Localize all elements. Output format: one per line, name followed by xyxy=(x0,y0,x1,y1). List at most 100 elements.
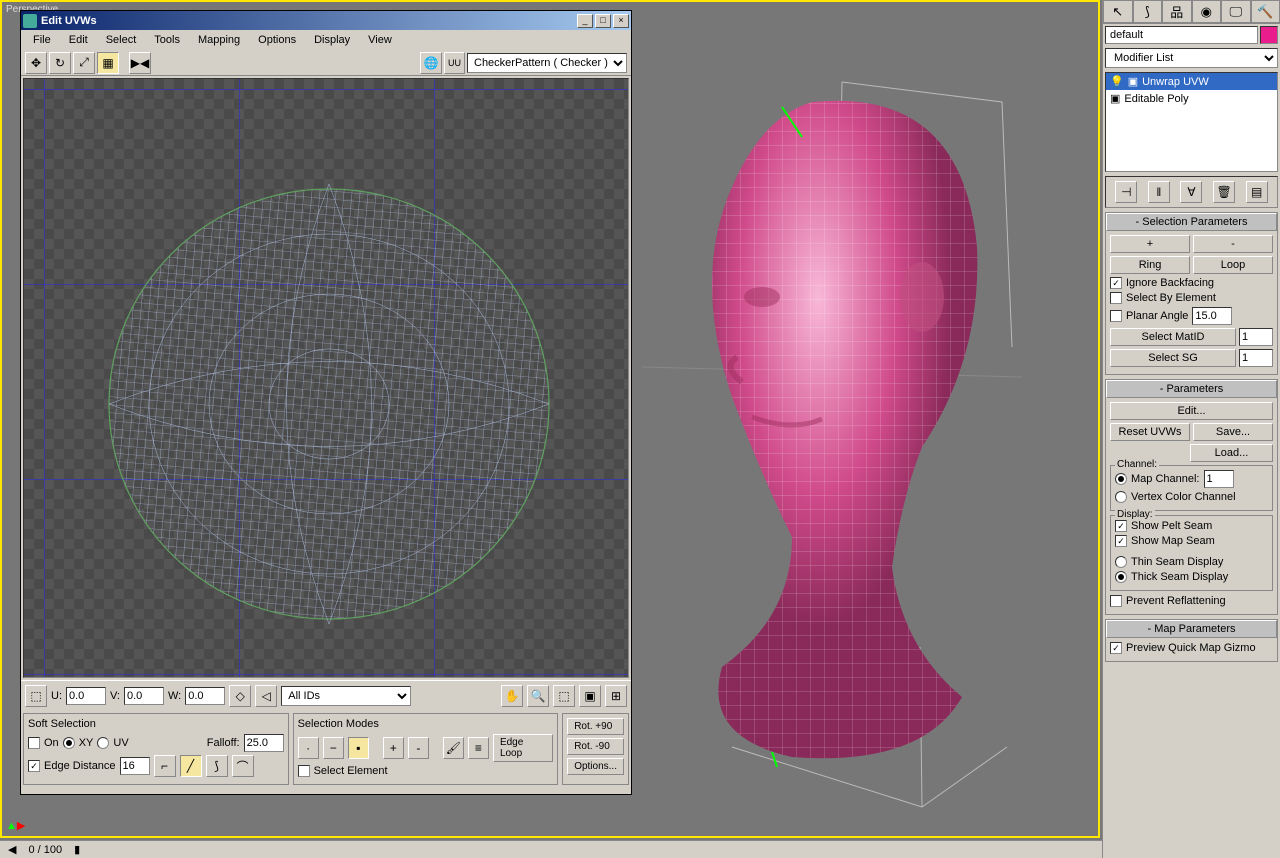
u-input[interactable] xyxy=(66,687,106,705)
load-button[interactable]: Load... xyxy=(1190,444,1273,462)
edit-button[interactable]: Edit... xyxy=(1110,402,1273,420)
expand-icon[interactable]: ▣ xyxy=(1110,92,1120,105)
freeform-icon[interactable]: ▦ xyxy=(97,52,119,74)
map-channel-radio[interactable] xyxy=(1115,473,1127,485)
w-input[interactable] xyxy=(185,687,225,705)
configure-sets-icon[interactable]: ▤ xyxy=(1246,181,1268,203)
menu-file[interactable]: File xyxy=(25,32,59,48)
zoom-icon[interactable]: 🔍 xyxy=(527,685,549,707)
modifier-item-unwrap[interactable]: 💡 ▣ Unwrap UVW xyxy=(1106,73,1277,90)
expand-icon[interactable]: ▣ xyxy=(1128,75,1138,88)
minimize-button[interactable]: _ xyxy=(577,14,593,28)
remove-modifier-icon[interactable]: 🗑 xyxy=(1213,181,1235,203)
grow-icon[interactable]: + xyxy=(383,737,404,759)
edge-mode-icon[interactable]: − xyxy=(323,737,344,759)
shrink-button[interactable]: - xyxy=(1193,235,1273,253)
reset-uvws-button[interactable]: Reset UVWs xyxy=(1110,423,1190,441)
show-end-result-icon[interactable]: ‖ xyxy=(1148,181,1170,203)
rollout-header[interactable]: - Parameters xyxy=(1106,380,1277,398)
brush-icon[interactable]: ◁ xyxy=(255,685,277,707)
rot-plus90-button[interactable]: Rot. +90 xyxy=(567,718,624,735)
edge-distance-checkbox[interactable]: ✓ xyxy=(28,760,40,772)
display-tab-icon[interactable]: 🖵 xyxy=(1221,0,1251,23)
move-icon[interactable]: ✥ xyxy=(25,52,47,74)
options-button[interactable]: Options... xyxy=(567,758,624,775)
menu-tools[interactable]: Tools xyxy=(146,32,188,48)
motion-tab-icon[interactable]: ◉ xyxy=(1192,0,1222,23)
edge-distance-input[interactable] xyxy=(120,757,150,775)
rollout-header[interactable]: - Selection Parameters xyxy=(1106,213,1277,231)
uv-canvas[interactable] xyxy=(23,78,629,678)
face-mode-icon[interactable]: ▪ xyxy=(348,737,369,759)
close-button[interactable]: × xyxy=(613,14,629,28)
vertex-color-radio[interactable] xyxy=(1115,491,1127,503)
paint-options-icon[interactable]: ≡ xyxy=(468,737,489,759)
ring-button[interactable]: Ring xyxy=(1110,256,1190,274)
utilities-tab-icon[interactable]: 🔨 xyxy=(1251,0,1280,23)
modifier-list-dropdown[interactable]: Modifier List xyxy=(1105,48,1278,68)
hierarchy-tab-icon[interactable]: 品 xyxy=(1162,0,1192,23)
menu-options[interactable]: Options xyxy=(250,32,304,48)
zoom-extents-icon[interactable]: ▣ xyxy=(579,685,601,707)
object-color-swatch[interactable] xyxy=(1260,26,1278,44)
v-input[interactable] xyxy=(124,687,164,705)
xy-radio[interactable] xyxy=(63,737,75,749)
select-sg-button[interactable]: Select SG xyxy=(1110,349,1236,367)
pin-stack-icon[interactable]: ⊣ xyxy=(1115,181,1137,203)
falloff-linear-icon[interactable]: ╱ xyxy=(180,755,202,777)
select-by-element-checkbox[interactable] xyxy=(1110,292,1122,304)
paint-select-icon[interactable]: 🖌 xyxy=(443,737,464,759)
maximize-button[interactable]: □ xyxy=(595,14,611,28)
matid-input[interactable] xyxy=(1239,328,1273,346)
map-icon[interactable]: 🌐 xyxy=(420,52,442,74)
modify-tab-icon[interactable]: ⟆ xyxy=(1133,0,1163,23)
falloff-dome-icon[interactable]: ⌒ xyxy=(232,755,254,777)
thin-seam-radio[interactable] xyxy=(1115,556,1127,568)
mirror-icon[interactable]: ▶◀ xyxy=(129,52,151,74)
loop-button[interactable]: Loop xyxy=(1193,256,1273,274)
scale-icon[interactable]: ⤢ xyxy=(73,52,95,74)
select-matid-button[interactable]: Select MatID xyxy=(1110,328,1236,346)
shrink-icon[interactable]: - xyxy=(408,737,429,759)
planar-angle-input[interactable] xyxy=(1192,307,1232,325)
falloff-sharp-icon[interactable]: ⌐ xyxy=(154,755,176,777)
show-pelt-checkbox[interactable]: ✓ xyxy=(1115,520,1127,532)
scrollbar-left-icon[interactable]: ◀ xyxy=(8,843,16,856)
edge-loop-button[interactable]: Edge Loop xyxy=(493,734,553,762)
menu-display[interactable]: Display xyxy=(306,32,358,48)
ignore-backfacing-checkbox[interactable]: ✓ xyxy=(1110,277,1122,289)
prevent-reflattening-checkbox[interactable] xyxy=(1110,595,1122,607)
sg-input[interactable] xyxy=(1239,349,1273,367)
zoom-region-icon[interactable]: ⬚ xyxy=(553,685,575,707)
modifier-item-editable-poly[interactable]: ▣ Editable Poly xyxy=(1106,90,1277,107)
id-dropdown[interactable]: All IDs xyxy=(281,686,411,706)
select-element-checkbox[interactable] xyxy=(298,765,310,777)
vertex-mode-icon[interactable]: · xyxy=(298,737,319,759)
show-map-checkbox[interactable]: ✓ xyxy=(1115,535,1127,547)
falloff-smooth-icon[interactable]: ⟆ xyxy=(206,755,228,777)
object-name-field[interactable]: default xyxy=(1105,26,1258,44)
thick-seam-radio[interactable] xyxy=(1115,571,1127,583)
on-checkbox[interactable] xyxy=(28,737,40,749)
modifier-stack[interactable]: 💡 ▣ Unwrap UVW ▣ Editable Poly xyxy=(1105,72,1278,172)
falloff-input[interactable] xyxy=(244,734,284,752)
rotate-icon[interactable]: ↻ xyxy=(49,52,71,74)
titlebar[interactable]: Edit UVWs _ □ × xyxy=(21,11,631,30)
snap-icon[interactable]: ⊞ xyxy=(605,685,627,707)
create-tab-icon[interactable]: ↖ xyxy=(1103,0,1133,23)
uv-badge[interactable]: UU xyxy=(444,52,465,74)
menu-mapping[interactable]: Mapping xyxy=(190,32,248,48)
uv-radio[interactable] xyxy=(97,737,109,749)
menu-edit[interactable]: Edit xyxy=(61,32,96,48)
save-button[interactable]: Save... xyxy=(1193,423,1273,441)
planar-angle-checkbox[interactable] xyxy=(1110,310,1122,322)
rot-minus90-button[interactable]: Rot. -90 xyxy=(567,738,624,755)
map-channel-input[interactable] xyxy=(1204,470,1234,488)
grow-button[interactable]: + xyxy=(1110,235,1190,253)
pan-icon[interactable]: ✋ xyxy=(501,685,523,707)
menu-select[interactable]: Select xyxy=(98,32,145,48)
spinner-icon[interactable]: ◇ xyxy=(229,685,251,707)
rollout-header[interactable]: - Map Parameters xyxy=(1106,620,1277,638)
make-unique-icon[interactable]: ∀ xyxy=(1180,181,1202,203)
lock-icon[interactable]: ⬚ xyxy=(25,685,47,707)
